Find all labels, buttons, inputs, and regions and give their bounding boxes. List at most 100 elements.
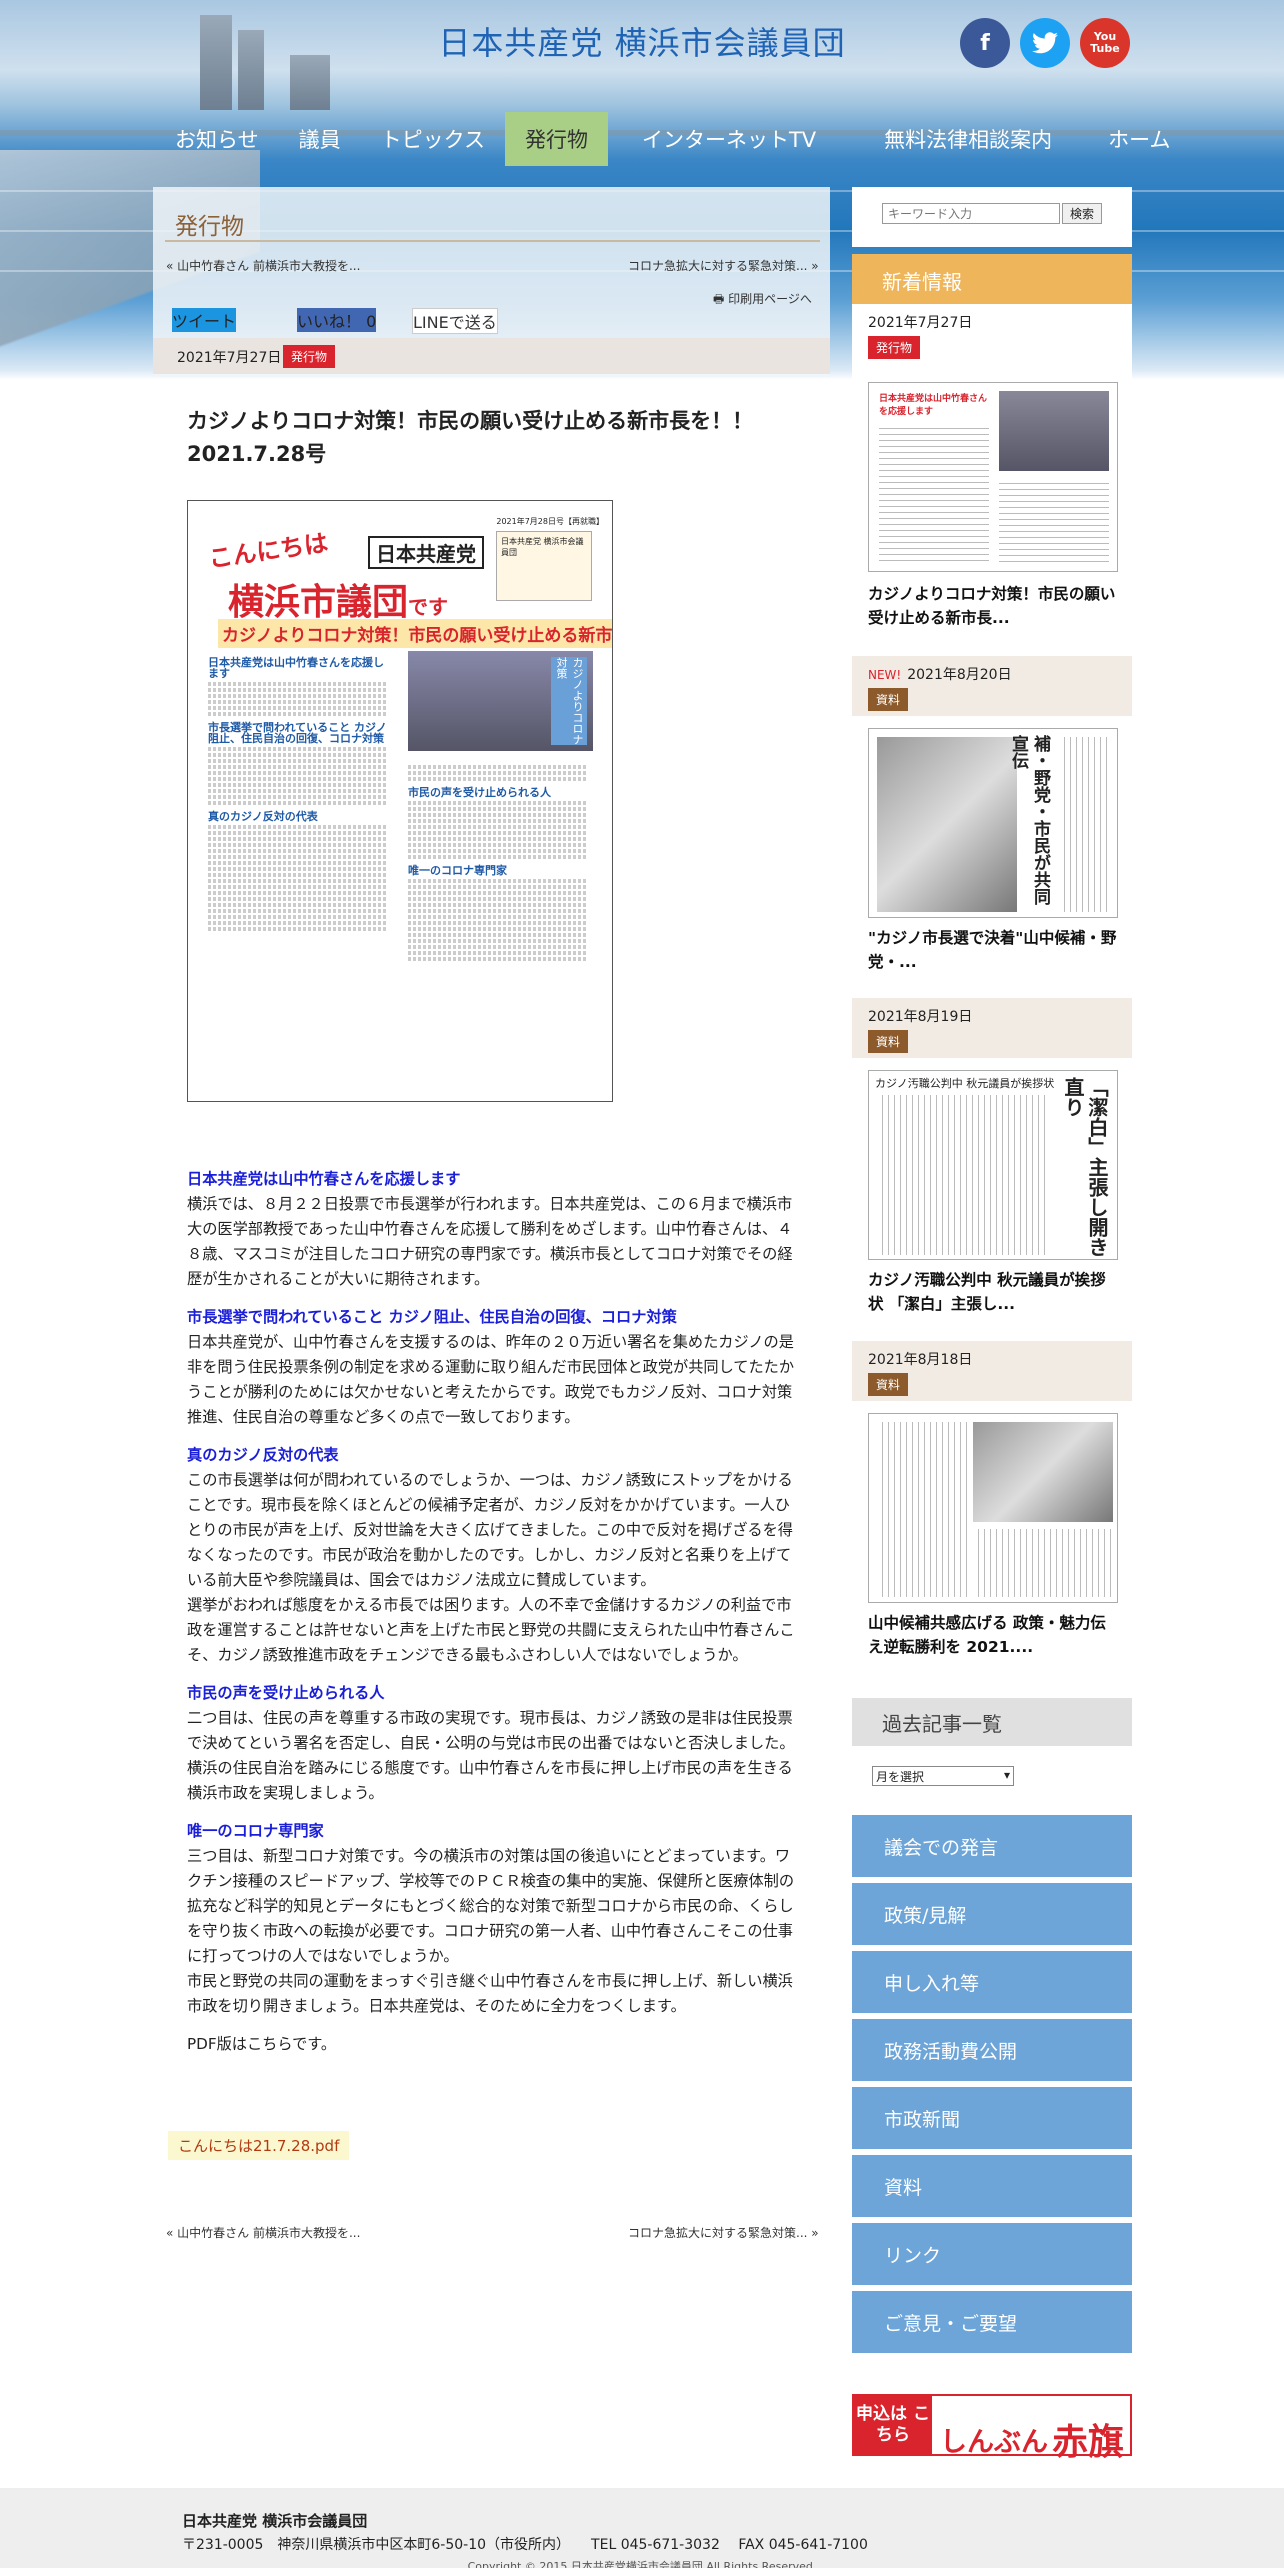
section-heading: 唯一のコロナ専門家 bbox=[187, 1822, 324, 1840]
article-section: 唯一のコロナ専門家 三つ目は、新型コロナ対策です。今の横浜市の対策は国の後追いに… bbox=[187, 1819, 797, 2019]
thumb-headline: 補・野党・市民が共同宣伝 bbox=[1008, 735, 1050, 905]
news-item[interactable]: 2021年8月18日 資料 山中候補共感広げる 政策・魅力伝え逆転勝利を 202… bbox=[852, 1341, 1132, 1681]
nav-legal-consult[interactable]: 無料法律相談案内 bbox=[850, 112, 1086, 166]
menu-link[interactable]: リンク bbox=[852, 2223, 1132, 2285]
news-item[interactable]: 2021年8月19日 資料 カジノ汚職公判中 秋元議員が挨拶状 「潔白」主張し開… bbox=[852, 998, 1132, 1338]
nav-topics[interactable]: トピックス bbox=[361, 112, 505, 166]
akahata-logo: しんぶん 赤旗 bbox=[940, 2410, 1125, 2463]
youtube-label-bottom: Tube bbox=[1090, 42, 1120, 55]
section-paragraph: 市民と野党の共同の運動をまっすぐ引き継ぐ山中竹春さんを市長に押し上げ、新しい横浜… bbox=[187, 1972, 793, 2015]
flyer-info-box: 日本共産党 横浜市会議員団 bbox=[496, 531, 592, 601]
flyer-party: 日本共産党 bbox=[368, 536, 484, 569]
section-paragraph: 三つ目は、新型コロナ対策です。今の横浜市の対策は国の後追いにとどまっています。ワ… bbox=[187, 1847, 795, 1965]
news-category[interactable]: 資料 bbox=[868, 688, 909, 711]
akahata-apply-label: 申込は こちら bbox=[854, 2396, 932, 2454]
news-date: 2021年8月19日 bbox=[868, 1009, 973, 1025]
search-input[interactable] bbox=[882, 203, 1060, 224]
news-meta: 2021年8月18日 資料 bbox=[852, 1341, 1132, 1401]
flyer-date: 2021年7月28日号【再就職】 bbox=[496, 517, 604, 526]
footer-address: 〒231-0005 神奈川県横浜市中区本町6-50-10（市役所内） TEL 0… bbox=[182, 2537, 868, 2553]
akahata-small: しんぶん bbox=[940, 2427, 1048, 2458]
flyer-col2-heading: 市民の声を受け止められる人 bbox=[408, 786, 551, 799]
thumb-text-lines bbox=[1059, 737, 1111, 912]
news-title[interactable]: カジノ汚職公判中 秋元議員が挨拶状 「潔白」主張し... bbox=[868, 1268, 1118, 1316]
line-share-button[interactable]: LINEで送る bbox=[412, 308, 498, 334]
news-meta: NEW! 2021年8月20日 資料 bbox=[852, 656, 1132, 716]
akahata-big: 赤旗 bbox=[1052, 2422, 1125, 2463]
nav-hakkoubutsu[interactable]: 発行物 bbox=[504, 112, 608, 166]
section-title: 発行物 bbox=[175, 214, 244, 240]
youtube-icon[interactable]: You Tube bbox=[1080, 18, 1130, 68]
print-label: 印刷用ページへ bbox=[728, 292, 812, 306]
news-category[interactable]: 発行物 bbox=[868, 336, 921, 359]
search-button[interactable]: 検索 bbox=[1062, 203, 1102, 224]
news-thumbnail[interactable]: カジノ汚職公判中 秋元議員が挨拶状 「潔白」主張し開き直り bbox=[868, 1070, 1118, 1260]
thumb-text-lines bbox=[877, 1095, 1047, 1255]
news-meta: 2021年8月19日 資料 bbox=[852, 998, 1132, 1058]
nav-giin[interactable]: 議員 bbox=[279, 112, 361, 166]
flyer-col2-heading: 唯一のコロナ専門家 bbox=[408, 864, 507, 877]
pdf-note: PDF版はこちらです。 bbox=[187, 2035, 337, 2053]
twitter-icon[interactable] bbox=[1020, 18, 1070, 68]
new-badge: NEW! bbox=[868, 668, 902, 682]
like-button[interactable]: いいね！ 0 bbox=[297, 308, 377, 332]
news-thumbnail[interactable]: 補・野党・市民が共同宣伝 bbox=[868, 728, 1118, 918]
menu-gikai-hatsugen[interactable]: 議会での発言 bbox=[852, 1815, 1132, 1877]
akahata-banner[interactable]: 申込は こちら しんぶん 赤旗 bbox=[852, 2394, 1132, 2463]
facebook-icon[interactable]: f bbox=[960, 18, 1010, 68]
next-post-link[interactable]: コロナ急拡大に対する緊急対策... » bbox=[628, 257, 819, 274]
prev-post-link-bottom[interactable]: « 山中竹春さん 前横浜市大教授を... bbox=[166, 2224, 360, 2241]
flyer-group-text: 横浜市議団 bbox=[228, 582, 409, 623]
news-thumbnail[interactable] bbox=[868, 1413, 1118, 1603]
news-date-line: NEW! 2021年8月20日 bbox=[868, 664, 1012, 684]
news-item[interactable]: NEW! 2021年8月20日 資料 補・野党・市民が共同宣伝 "カジノ市長選で決… bbox=[852, 656, 1132, 996]
thumb-photo bbox=[999, 391, 1109, 471]
section-paragraph: この市長選挙は何が問われているのでしょうか、一つは、カジノ誘致にストップをかける… bbox=[187, 1471, 793, 1589]
social-links: f You Tube bbox=[960, 18, 1130, 68]
tweet-button[interactable]: ツイート bbox=[172, 308, 237, 332]
section-paragraph: 横浜では、８月２２日投票で市長選挙が行われます。日本共産党は、この６月まで横浜市… bbox=[187, 1195, 793, 1288]
flyer-photo-banner: カジノよりコロナ対策 bbox=[551, 657, 587, 745]
news-category[interactable]: 資料 bbox=[868, 1030, 909, 1053]
pdf-download-link[interactable]: こんにちは21.7.28.pdf bbox=[168, 2131, 350, 2160]
menu-shisei-shinbun[interactable]: 市政新聞 bbox=[852, 2087, 1132, 2149]
thumb-photo bbox=[973, 1422, 1113, 1522]
flyer-col1-heading: 日本共産党は山中竹春さんを応援します bbox=[208, 656, 384, 680]
news-date: 2021年8月18日 bbox=[868, 1352, 973, 1368]
next-post-link-bottom[interactable]: コロナ急拡大に対する緊急対策... » bbox=[628, 2224, 819, 2241]
article-body: 日本共産党は山中竹春さんを応援します 横浜では、８月２２日投票で市長選挙が行われ… bbox=[187, 1167, 797, 2070]
article-title: カジノよりコロナ対策！市民の願い受け止める新市長を！！2021.7.28号 bbox=[187, 409, 754, 466]
printer-icon: 🖶 bbox=[713, 292, 729, 306]
menu-goiken[interactable]: ご意見・ご要望 bbox=[852, 2291, 1132, 2353]
news-title[interactable]: "カジノ市長選で決着"山中候補・野党・... bbox=[868, 926, 1118, 974]
news-meta: 2021年7月27日 発行物 bbox=[852, 304, 1132, 364]
news-header: 新着情報 bbox=[852, 254, 1132, 304]
menu-seimu-katsudouhi[interactable]: 政務活動費公開 bbox=[852, 2019, 1132, 2081]
news-category[interactable]: 資料 bbox=[868, 1373, 909, 1396]
archive-month-select[interactable]: 月を選択 ▾ bbox=[872, 1766, 1014, 1786]
section-heading: 真のカジノ反対の代表 bbox=[187, 1446, 339, 1464]
menu-moushiire[interactable]: 申し入れ等 bbox=[852, 1951, 1132, 2013]
news-title[interactable]: 山中候補共感広げる 政策・魅力伝え逆転勝利を 2021.... bbox=[868, 1611, 1118, 1659]
menu-seisaku-kenkai[interactable]: 政策/見解 bbox=[852, 1883, 1132, 1945]
nav-internet-tv[interactable]: インターネットTV bbox=[608, 112, 850, 166]
news-title[interactable]: カジノよりコロナ対策！市民の願い受け止める新市長... bbox=[868, 582, 1118, 630]
nav-oshirase[interactable]: お知らせ bbox=[155, 112, 279, 166]
flyer-col1-heading: 真のカジノ反対の代表 bbox=[208, 810, 318, 823]
prev-post-link[interactable]: « 山中竹春さん 前横浜市大教授を... bbox=[166, 257, 360, 274]
post-category-badge[interactable]: 発行物 bbox=[283, 345, 336, 368]
footer-copyright: Copyright © 2015 日本共産党横浜市会議員団 All Rights… bbox=[467, 2560, 817, 2568]
article-section: 日本共産党は山中竹春さんを応援します 横浜では、８月２２日投票で市長選挙が行われ… bbox=[187, 1167, 797, 1292]
menu-shiryou[interactable]: 資料 bbox=[852, 2155, 1132, 2217]
flyer-image[interactable]: 2021年7月28日号【再就職】 こんにちは 日本共産党 日本共産党 横浜市会議… bbox=[187, 500, 613, 1102]
thumb-text-lines bbox=[879, 423, 989, 563]
news-date: 2021年7月27日 bbox=[868, 315, 973, 331]
nav-home[interactable]: ホーム bbox=[1086, 112, 1192, 166]
section-heading: 市長選挙で問われていること カジノ阻止、住民自治の回復、コロナ対策 bbox=[187, 1308, 677, 1326]
flyer-desu: です bbox=[408, 595, 449, 619]
thumb-headline: 「潔白」主張し開き直り bbox=[1061, 1077, 1109, 1259]
section-paragraph: 選挙がおわれば態度をかえる市長では困ります。人の不幸で金儲けするカジノの利益で市… bbox=[187, 1596, 795, 1664]
news-item[interactable]: 2021年7月27日 発行物 日本共産党は山中竹春さんを応援します カジノよりコ… bbox=[852, 304, 1132, 654]
news-thumbnail[interactable]: 日本共産党は山中竹春さんを応援します bbox=[868, 382, 1118, 572]
print-link[interactable]: 🖶 印刷用ページへ bbox=[713, 290, 812, 311]
